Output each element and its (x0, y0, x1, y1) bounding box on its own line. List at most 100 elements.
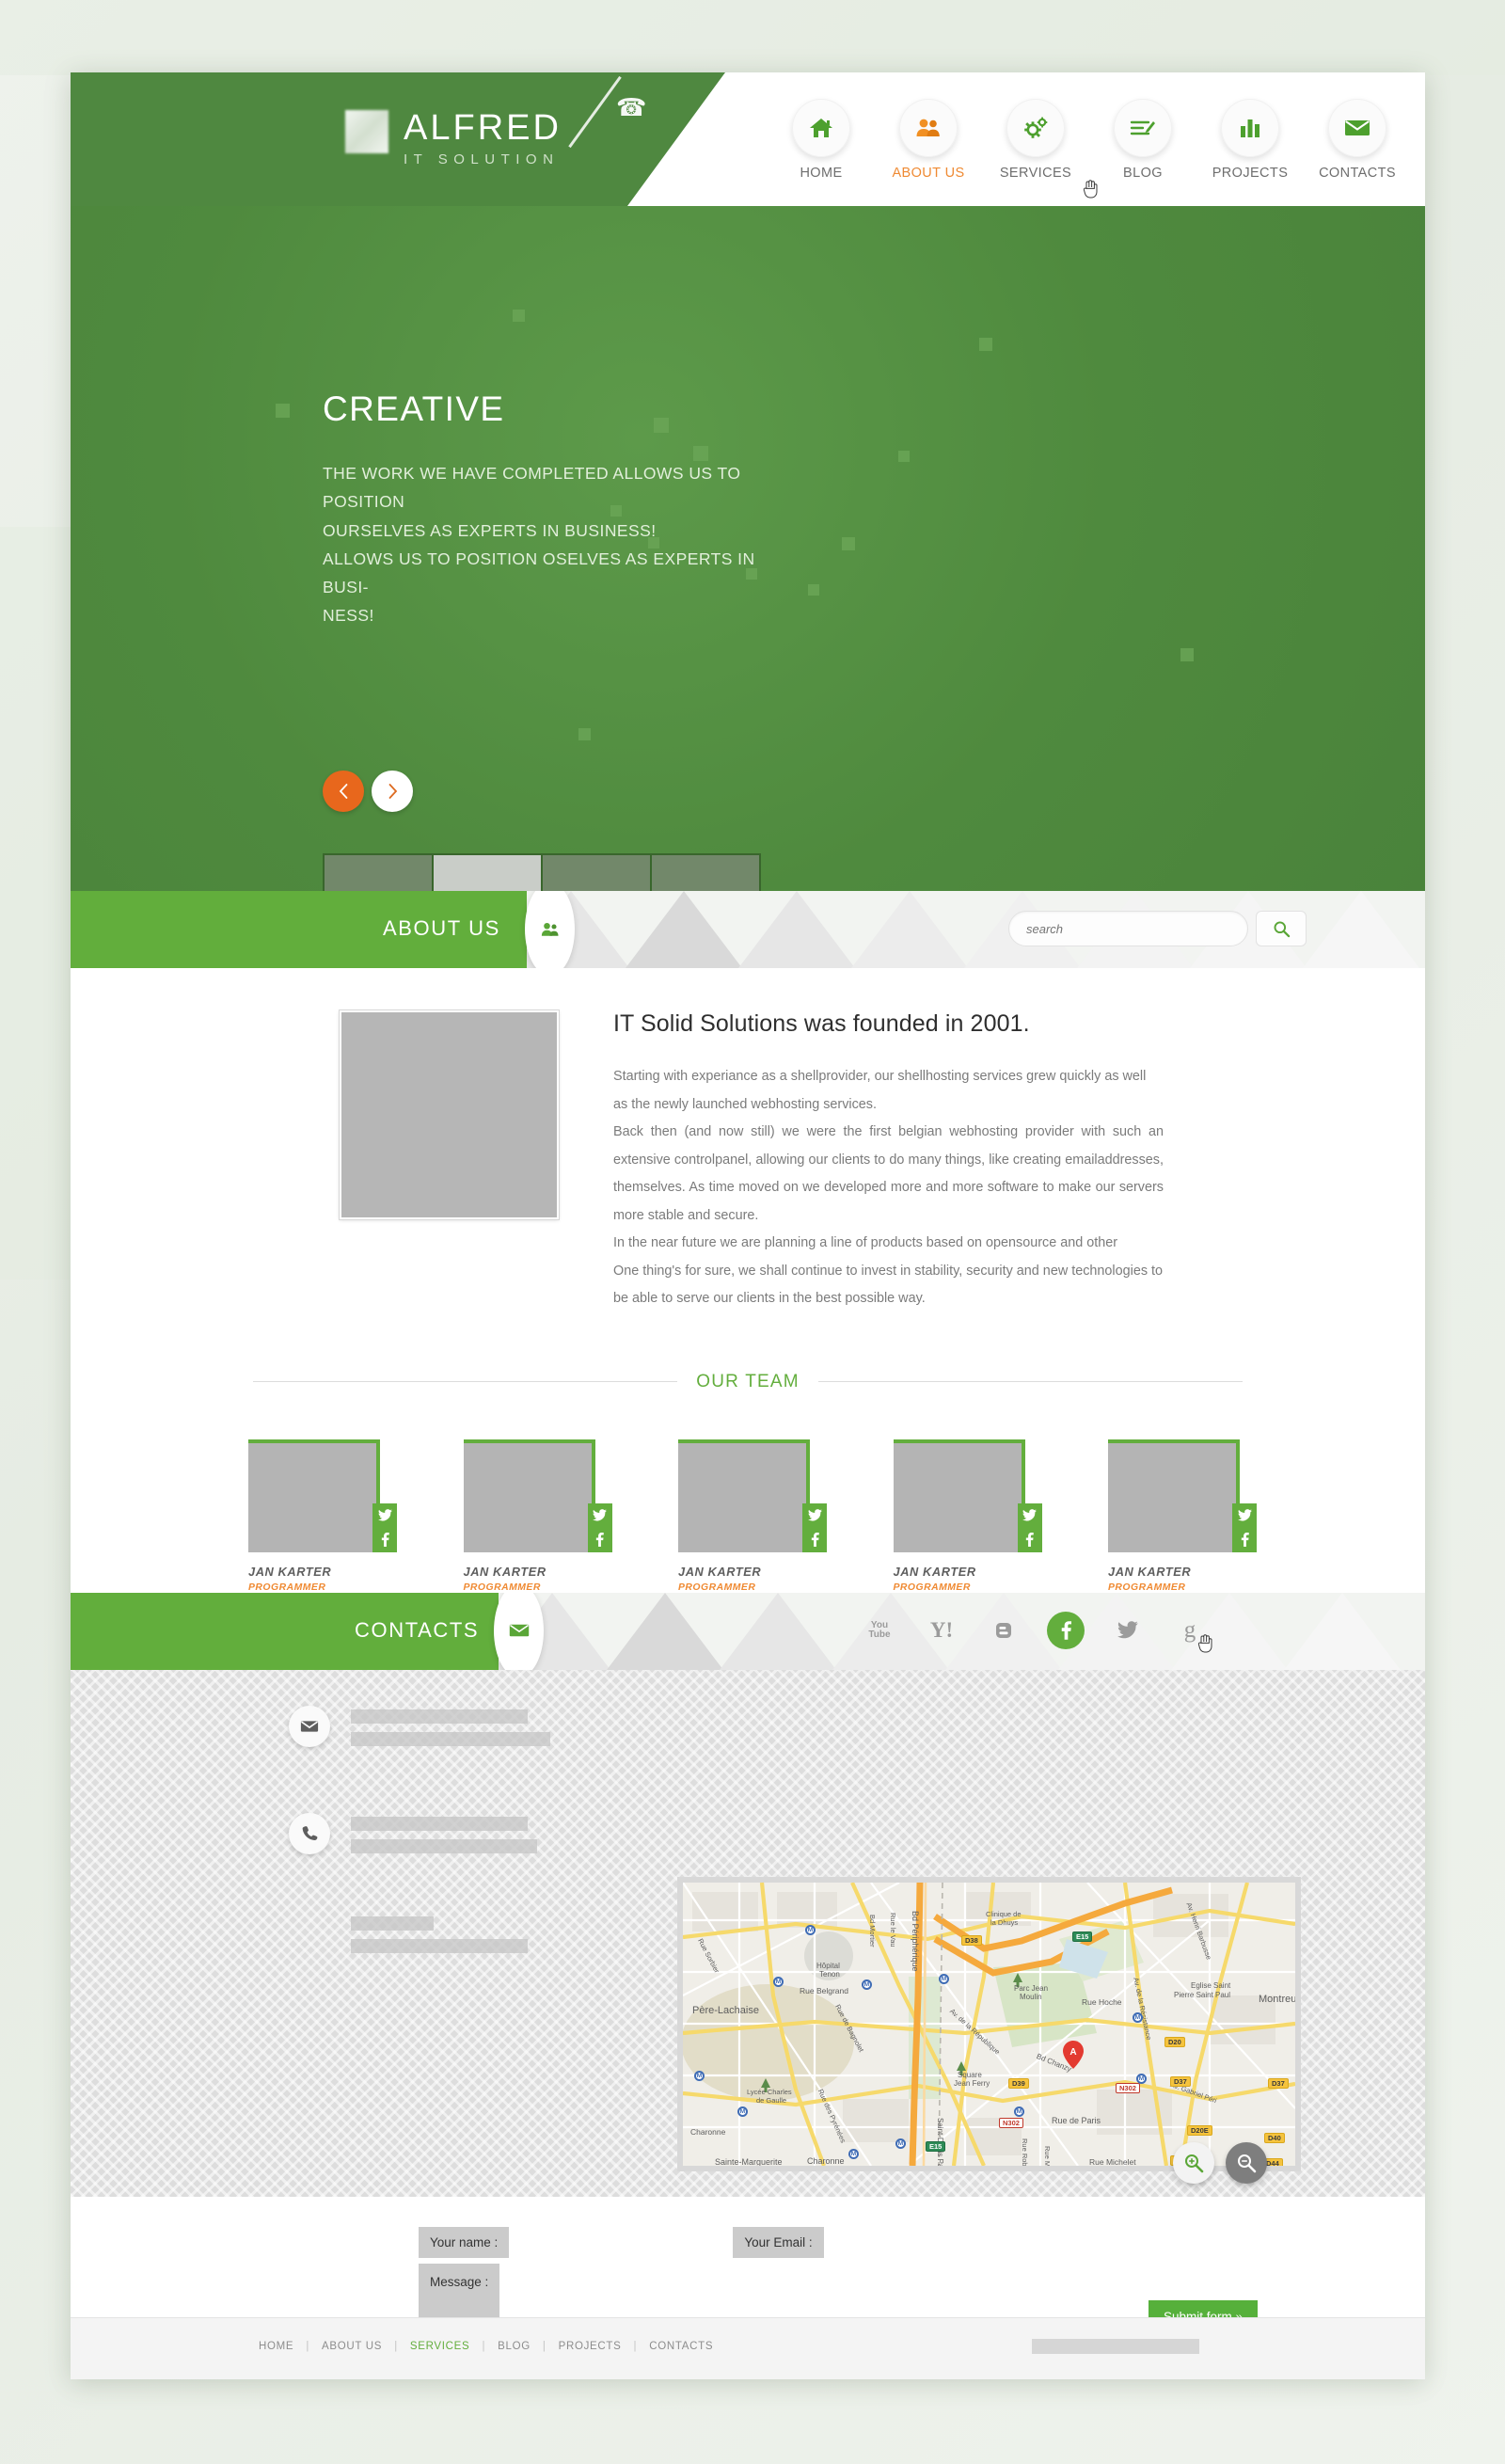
footer-link-services[interactable]: SERVICES (410, 2341, 470, 2352)
twitter-icon[interactable] (1232, 1502, 1257, 1528)
twitter-icon[interactable] (1017, 1502, 1042, 1528)
map-label: Rue Robespierre (1021, 2138, 1029, 2171)
footer-link-home[interactable]: HOME (259, 2341, 293, 2352)
redacted-text (351, 1709, 528, 1724)
redacted-text (351, 1816, 528, 1831)
map-label: Sainte-Marguerite (715, 2157, 783, 2167)
nav-item-contacts[interactable]: CONTACTS (1314, 99, 1401, 181)
metro-station-icon: M (805, 1925, 816, 1935)
facebook-icon[interactable] (1232, 1527, 1257, 1552)
about-paragraph: One thing's for sure, we shall continue … (613, 1263, 1164, 1307)
footer-link-projects[interactable]: PROJECTS (559, 2341, 622, 2352)
map-marker-pin[interactable]: A (1063, 2041, 1084, 2069)
facebook-icon[interactable] (1047, 1611, 1212, 1653)
nav-item-blog[interactable]: BLOG (1100, 99, 1186, 181)
mouse-cursor-hand-icon (1083, 180, 1098, 199)
nav-circle (792, 99, 850, 157)
slider-thumbnail[interactable] (650, 853, 761, 891)
brand-logo[interactable]: ALFRED IT SOLUTION (345, 110, 562, 167)
facebook-icon[interactable] (1017, 1527, 1042, 1552)
site-footer: HOME | ABOUT US | SERVICES | BLOG | PROJ… (71, 2317, 1425, 2379)
nav-item-home[interactable]: HOME (778, 99, 864, 181)
about-image-placeholder (339, 1009, 560, 1220)
hero-line: OURSELVES AS EXPERTS IN BUSINESS! (323, 520, 657, 540)
map-label: Montreuil (1259, 1994, 1301, 2005)
gears-icon (1024, 117, 1048, 138)
map-zoom-in-button[interactable] (1173, 2142, 1214, 2184)
metro-station-icon: M (1136, 2074, 1147, 2084)
nav-circle (1328, 99, 1386, 157)
team-member-socials (372, 1502, 397, 1552)
blogger-icon[interactable] (985, 1612, 1022, 1649)
team-member-card: JAN KARTER PROGRAMMER (463, 1439, 612, 1593)
team-member-card: JAN KARTER PROGRAMMER (1108, 1439, 1257, 1593)
redacted-text (351, 1731, 550, 1746)
map-road-shield: D38 (961, 1935, 982, 1946)
divider-line (817, 1381, 1244, 1383)
team-member-socials (1232, 1502, 1257, 1552)
about-section-bar: ABOUT US (71, 891, 1425, 968)
email-input[interactable] (823, 2227, 1162, 2258)
facebook-icon[interactable] (802, 1527, 827, 1552)
footer-link-about-us[interactable]: ABOUT US (322, 2341, 382, 2352)
slider-thumbnail[interactable] (541, 853, 652, 891)
about-paragraph: Back then (and now still) we were the fi… (613, 1124, 1164, 1223)
footer-link-blog[interactable]: BLOG (498, 2341, 531, 2352)
social-links: You Tube Y! g (861, 1611, 1212, 1653)
envelope-icon (1345, 120, 1370, 135)
hero-content: CREATIVE THE WORK WE HAVE COMPLETED ALLO… (323, 389, 798, 630)
nav-item-projects[interactable]: PROJECTS (1207, 99, 1293, 181)
team-member-socials (587, 1502, 612, 1552)
search-input[interactable] (1008, 911, 1248, 946)
facebook-icon[interactable] (587, 1527, 612, 1552)
slider-next-button[interactable] (372, 771, 413, 812)
hero-line: ALLOWS US TO POSITION OSELVES AS EXPERTS… (323, 548, 755, 597)
hero-title: CREATIVE (323, 389, 505, 428)
slider-thumbnail[interactable] (323, 853, 434, 891)
hero-line: THE WORK WE HAVE COMPLETED ALLOWS US TO … (323, 464, 741, 512)
footer-link-contacts[interactable]: CONTACTS (649, 2341, 713, 2352)
footer-separator: | (482, 2341, 486, 2352)
team-member-name: JAN KARTER (248, 1564, 332, 1579)
phone-icon: ☎ (616, 93, 647, 121)
slider-thumbnail[interactable] (432, 853, 543, 891)
hero-line: NESS! (323, 606, 374, 626)
redacted-text (1032, 2339, 1199, 2354)
pencil-lines-icon (1130, 120, 1155, 135)
map-canvas (683, 1883, 1295, 2166)
map-road-shield: D20E (1187, 2125, 1212, 2136)
metro-station-icon: M (862, 1979, 872, 1990)
name-input[interactable] (509, 2227, 734, 2258)
map-label: Bd Mortier (868, 1915, 877, 1947)
main-navigation: HOME ABOUT US SERVICES BLOG PROJECTS CON… (778, 99, 1401, 199)
slider-prev-button[interactable] (323, 771, 364, 812)
map-road-shield: E15 (1072, 1931, 1093, 1942)
yahoo-icon[interactable]: Y! (923, 1612, 960, 1649)
nav-circle (899, 99, 958, 157)
location-map[interactable]: Père-Lachaise Hôpital Tenon Rue Belgrand Lyc… (677, 1877, 1301, 2171)
map-zoom-out-button[interactable] (1226, 2142, 1267, 2184)
youtube-label-bottom: Tube (868, 1629, 891, 1640)
nav-item-services[interactable]: SERVICES (992, 99, 1079, 181)
twitter-icon[interactable] (802, 1502, 827, 1528)
team-section-heading: OUR TEAM (253, 1371, 1244, 1392)
redacted-text (351, 1838, 537, 1853)
team-member-role: PROGRAMMER (893, 1582, 971, 1593)
nav-item-about-us[interactable]: ABOUT US (885, 99, 1098, 199)
map-label: Rue Belgrand (800, 1986, 848, 1995)
home-icon (810, 119, 832, 137)
nav-label: SERVICES (999, 166, 1072, 181)
twitter-icon[interactable] (1109, 1612, 1147, 1649)
facebook-icon[interactable] (372, 1527, 397, 1552)
search-button[interactable] (1256, 911, 1307, 946)
twitter-icon[interactable] (587, 1502, 612, 1528)
map-road-shield: E15 (926, 2141, 946, 2152)
footer-separator: | (633, 2341, 638, 2352)
youtube-icon[interactable]: You Tube (861, 1612, 898, 1649)
map-label: Charonne (807, 2156, 845, 2166)
twitter-icon[interactable] (372, 1502, 397, 1528)
contacts-bar-title: CONTACTS (355, 1617, 480, 1642)
map-label: Lycée Charles (747, 2088, 792, 2096)
people-icon (541, 922, 559, 936)
team-title: OUR TEAM (696, 1371, 800, 1391)
